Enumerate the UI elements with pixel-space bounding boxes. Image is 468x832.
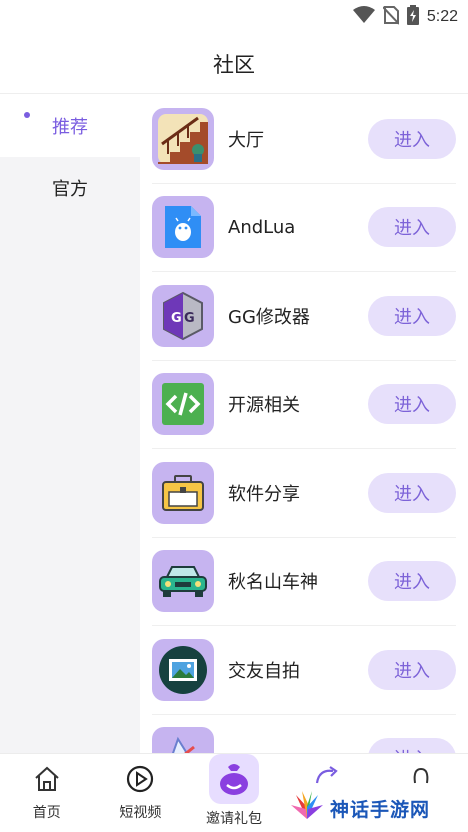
enter-button[interactable]: 进入 <box>368 207 456 248</box>
list-item-label: AndLua <box>228 216 296 238</box>
enter-button[interactable]: 进入 <box>368 738 456 753</box>
nav-home[interactable]: 首页 <box>0 754 94 832</box>
enter-button[interactable]: 进入 <box>368 561 456 602</box>
sidebar-item-label: 推荐 <box>52 117 88 138</box>
toolbox-icon <box>152 461 214 524</box>
nav-short-video[interactable]: 短视频 <box>94 754 188 832</box>
list-item[interactable]: G G GG修改器 进入 <box>152 272 456 361</box>
enter-button[interactable]: 进入 <box>368 649 456 690</box>
page-title: 社区 <box>213 52 255 77</box>
list-item-label: GG修改器 <box>228 306 310 328</box>
category-sidebar: 推荐 官方 <box>0 95 140 753</box>
home-icon <box>32 764 62 794</box>
enter-button[interactable]: 进入 <box>368 472 456 513</box>
gg-logo-icon: G G <box>152 284 214 347</box>
list-item-label: 开源相关 <box>228 395 300 417</box>
nav-label: 短视频 <box>119 805 162 821</box>
no-sim-icon <box>382 5 400 29</box>
list-item-label: 交友自拍 <box>228 660 300 682</box>
list-item[interactable]: AndLua 进入 <box>152 184 456 272</box>
wifi-icon <box>352 6 375 28</box>
status-bar: 5:22 <box>0 0 468 34</box>
nav-label: 首页 <box>32 805 61 821</box>
title-bar: 社区 <box>0 34 468 94</box>
list-item[interactable]: 交友自拍 进入 <box>152 626 456 715</box>
play-icon <box>125 764 155 794</box>
svg-text:G: G <box>184 311 195 326</box>
watermark-text: 神话手游网 <box>330 798 431 821</box>
list-item[interactable]: 大厅 进入 <box>152 95 456 184</box>
list-item[interactable]: 开源相关 进入 <box>152 361 456 449</box>
code-icon <box>152 373 214 436</box>
watermark-logo-icon <box>290 789 324 827</box>
sidebar-item-recommend[interactable]: 推荐 <box>0 95 140 157</box>
nav-invite-gift[interactable]: 邀请礼包 <box>187 754 281 832</box>
status-time: 5:22 <box>426 8 458 25</box>
enter-button[interactable]: 进入 <box>368 118 456 159</box>
sidebar-item-official[interactable]: 官方 <box>0 157 140 219</box>
sidebar-item-label: 官方 <box>52 179 88 200</box>
nav-label: 邀请礼包 <box>205 811 262 827</box>
staircase-icon <box>152 107 214 170</box>
android-file-icon <box>152 196 214 259</box>
status-icons: 5:22 <box>352 5 458 29</box>
forum-list[interactable]: 大厅 进入 AndLua 进入 G G GG修改器 进入 开源相关 进入 软件分… <box>140 95 468 753</box>
list-item[interactable]: 进入 <box>152 715 456 753</box>
partial-icon <box>152 727 214 753</box>
list-item-label: 秋名山车神 <box>228 572 318 594</box>
list-item-label: 大厅 <box>228 129 264 151</box>
battery-charging-icon <box>406 5 419 29</box>
list-item[interactable]: 秋名山车神 进入 <box>152 538 456 626</box>
list-item[interactable]: 软件分享 进入 <box>152 449 456 538</box>
car-icon <box>152 550 214 613</box>
list-item-label: 软件分享 <box>228 483 300 505</box>
photo-icon <box>152 638 214 701</box>
watermark: 神话手游网 <box>290 788 462 828</box>
enter-button[interactable]: 进入 <box>368 295 456 336</box>
active-dot-indicator <box>24 112 30 118</box>
gift-bag-icon <box>208 754 259 804</box>
svg-text:G: G <box>171 311 182 326</box>
enter-button[interactable]: 进入 <box>368 384 456 425</box>
